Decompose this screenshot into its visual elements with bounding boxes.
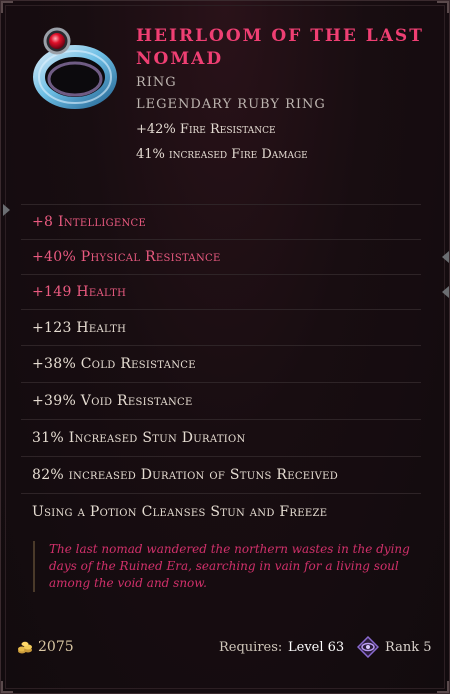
implicit-stat: 41% increased Fire Damage: [136, 147, 308, 162]
requires-label: Requires:: [219, 640, 283, 655]
affix-row: Using a Potion Cleanses Stun and Freeze: [21, 493, 421, 530]
affix-row: 82% increased Duration of Stuns Received: [21, 456, 421, 493]
item-name: Heirloom of the Last Nomad: [136, 26, 424, 69]
item-footer: 2075 Requires: Level 63 Rank 5: [1, 633, 450, 663]
implicit-stat: +42% Fire Resistance: [136, 122, 276, 137]
item-header: Heirloom of the Last Nomad Ring Legendar…: [1, 1, 450, 201]
ruby-ring-icon: [33, 27, 117, 109]
frame-corner: [1, 681, 13, 693]
item-base-type: Legendary Ruby Ring: [136, 97, 326, 112]
lore-text: The last nomad wandered the northern was…: [33, 541, 431, 592]
item-subtype: Ring: [136, 75, 177, 90]
affix-row: 31% Increased Stun Duration: [21, 419, 421, 456]
frame-corner: [437, 681, 449, 693]
gold-coins-icon: [18, 641, 32, 654]
rank-value: Rank 5: [385, 640, 432, 655]
affix-row: +123 Health: [21, 309, 421, 345]
affix-row: +149 Health: [21, 274, 421, 309]
frame-ornament: [1, 204, 10, 216]
item-tooltip: Heirloom of the Last Nomad Ring Legendar…: [0, 0, 450, 694]
frame-ornament: [441, 286, 449, 298]
frame-ornament: [441, 251, 449, 263]
affix-list: +8 Intelligence +40% Physical Resistance…: [21, 204, 421, 530]
affix-row: +39% Void Resistance: [21, 382, 421, 419]
requires-level: Level 63: [288, 640, 345, 655]
affix-row: +8 Intelligence: [21, 204, 421, 239]
affix-row: +38% Cold Resistance: [21, 345, 421, 382]
rank-eye-icon: [357, 636, 379, 658]
gold-value: 2075: [38, 639, 74, 655]
affix-row: +40% Physical Resistance: [21, 239, 421, 274]
